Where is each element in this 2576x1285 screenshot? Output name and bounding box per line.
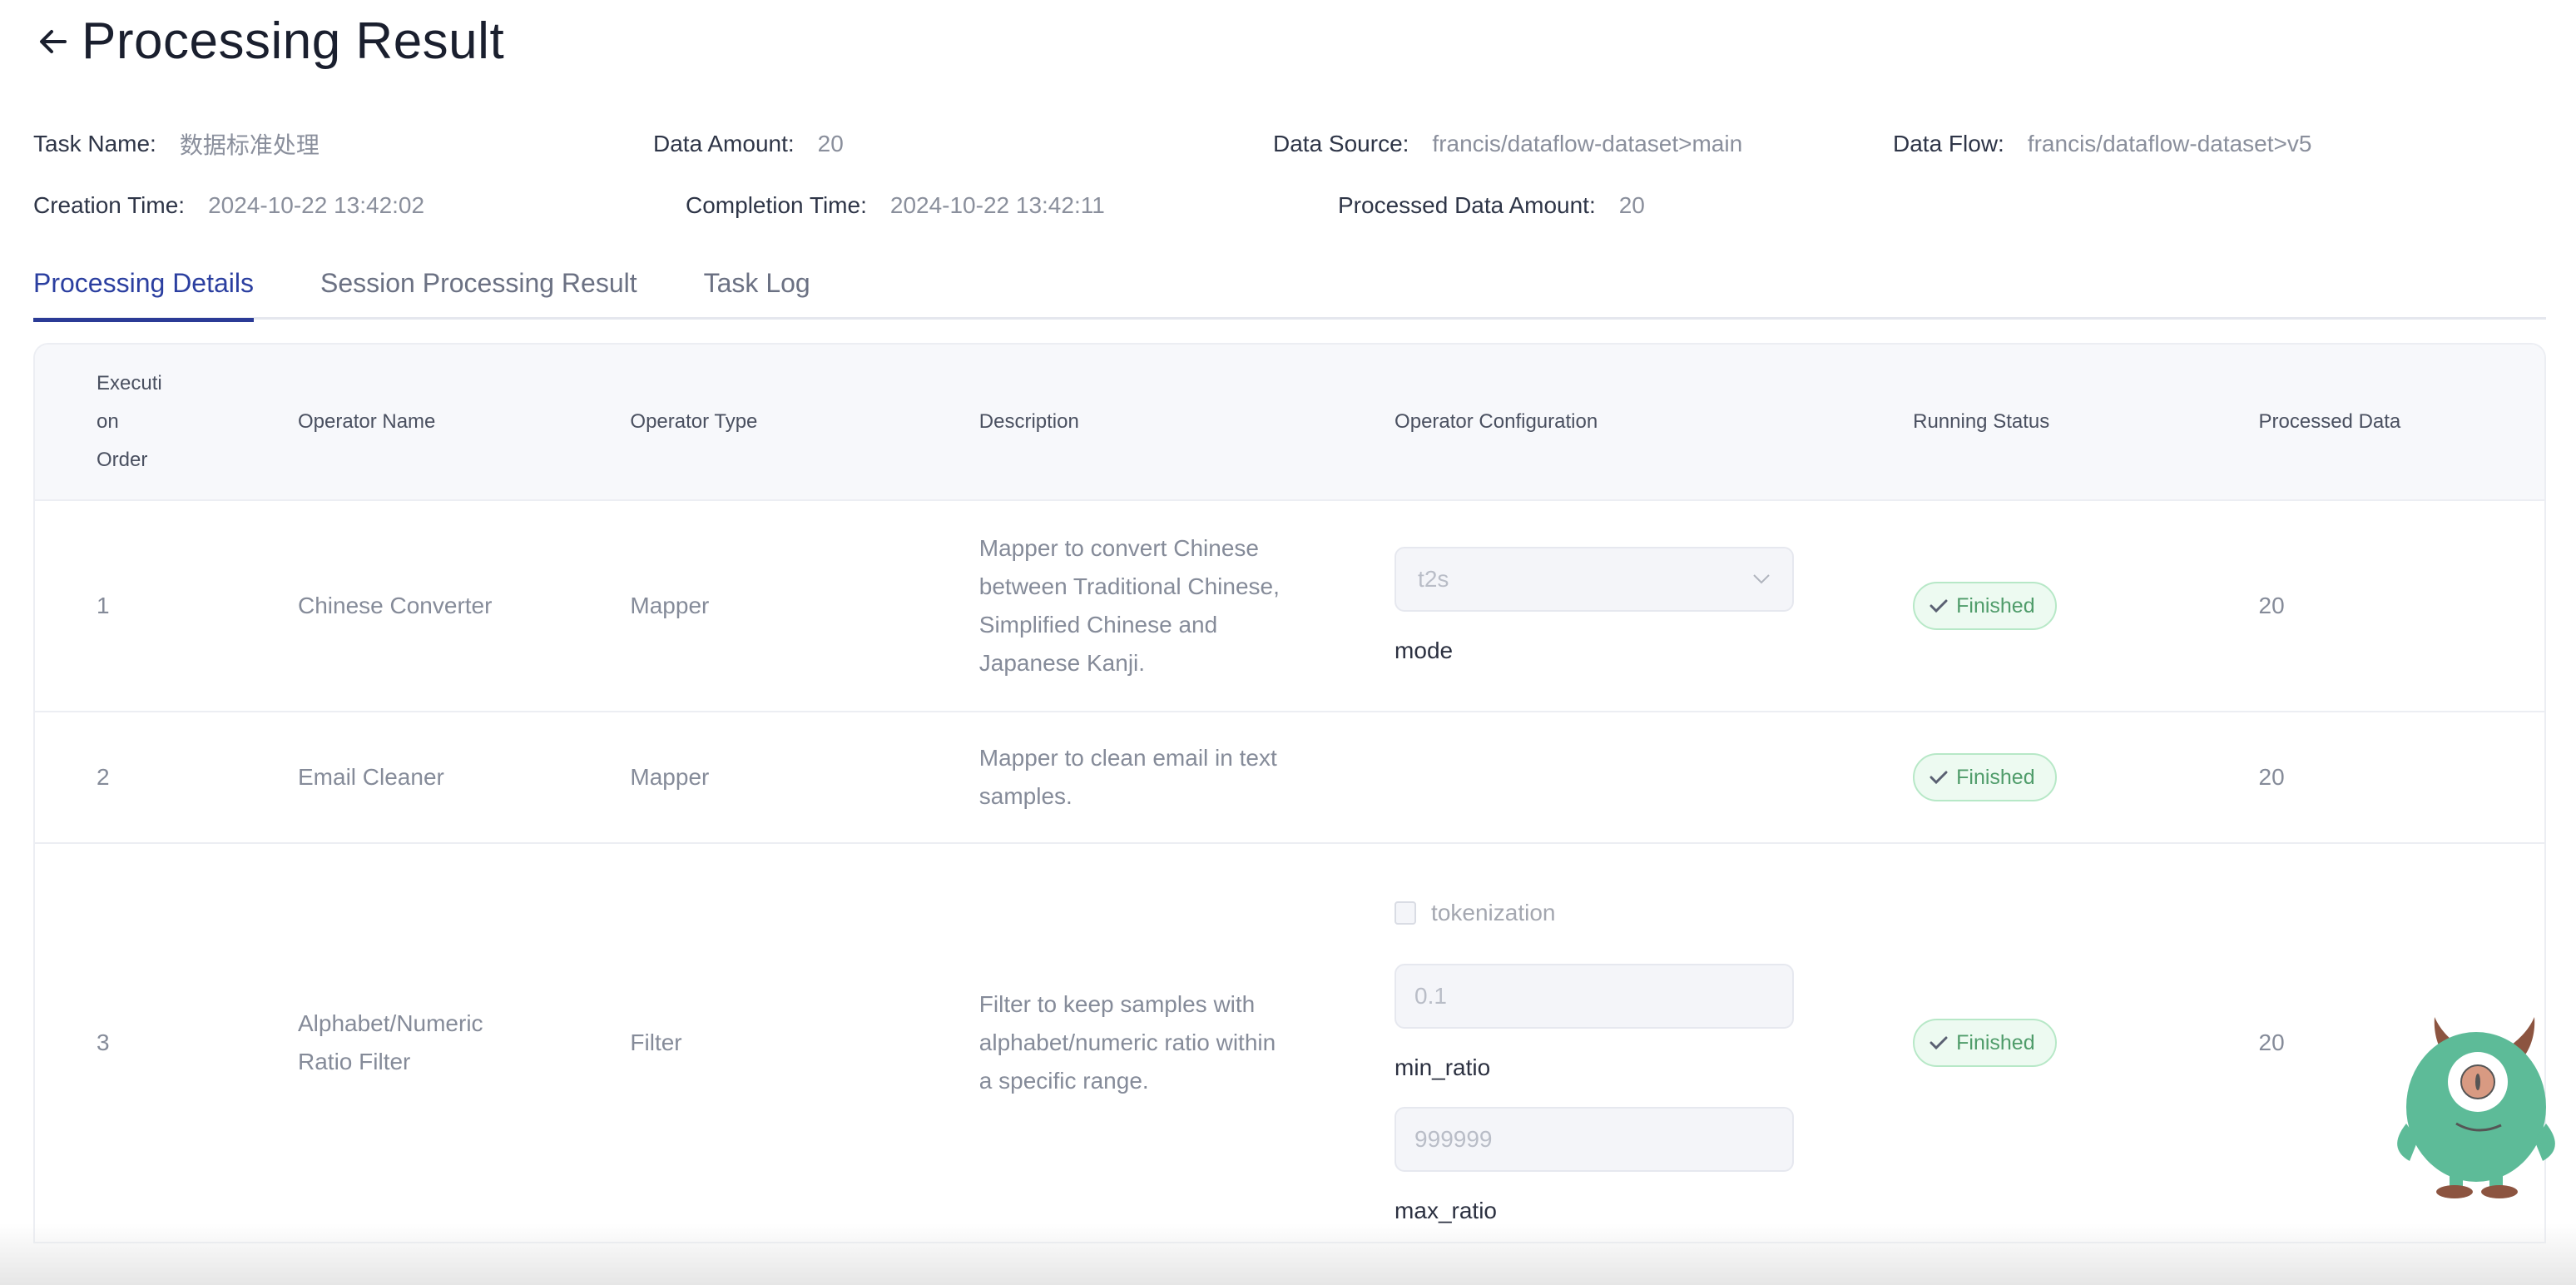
- data-amount-label: Data Amount:: [653, 131, 795, 156]
- tab-bar: Processing Details Session Processing Re…: [33, 250, 2546, 322]
- arrow-left-icon: [40, 29, 67, 53]
- cell-status: Finished: [1913, 582, 2258, 630]
- table-header: Executi on Order Operator Name Operator …: [35, 345, 2544, 501]
- cell-order: 1: [97, 593, 110, 618]
- cell-processed-data: 20: [2258, 593, 2285, 618]
- processed-amount-label: Processed Data Amount:: [1338, 192, 1596, 218]
- table-row: 3 Alphabet/Numeric Ratio Filter Filter F…: [35, 844, 2544, 1243]
- info-completion-time: Completion Time: 2024-10-22 13:42:11: [686, 192, 1338, 219]
- check-icon: [1930, 599, 1948, 613]
- description-text: Mapper to clean email in text samples.: [978, 745, 1277, 809]
- cell-description: Mapper to convert Chinese between Tradit…: [979, 529, 1395, 682]
- cell-config: t2s mode: [1395, 547, 1913, 665]
- col-execution-order: Executi on Order: [35, 365, 298, 479]
- info-data-amount: Data Amount: 20: [653, 131, 1273, 157]
- page-header: Processing Result: [33, 12, 504, 71]
- task-name-label: Task Name:: [33, 131, 156, 156]
- task-info: Task Name: 数据标准处理 Data Amount: 20 Data S…: [33, 113, 2513, 236]
- data-flow-value: francis/dataflow-dataset>v5: [2027, 131, 2312, 156]
- data-amount-value: 20: [817, 131, 844, 156]
- creation-time-label: Creation Time:: [33, 192, 186, 218]
- cell-operator-name: Chinese Converter: [298, 593, 493, 618]
- back-button[interactable]: [33, 22, 73, 62]
- monster-mascot-icon: [2397, 1017, 2555, 1198]
- min-ratio-input[interactable]: 0.1: [1395, 964, 1795, 1029]
- tab-processing-details[interactable]: Processing Details: [33, 250, 254, 322]
- table-row: 2 Email Cleaner Mapper Mapper to clean e…: [35, 712, 2544, 844]
- max-ratio-input[interactable]: 999999: [1395, 1107, 1795, 1172]
- chevron-down-icon: [1753, 574, 1770, 584]
- cell-description: Mapper to clean email in text samples.: [979, 739, 1395, 816]
- cell-operator-type: Mapper: [630, 593, 710, 618]
- cell-operator-type: Mapper: [630, 764, 710, 790]
- task-name-value: 数据标准处理: [179, 132, 320, 158]
- cell-config: tokenization 0.1 min_ratio 999999 max_ra…: [1395, 861, 1913, 1225]
- table-row: 1 Chinese Converter Mapper Mapper to con…: [35, 501, 2544, 712]
- processing-details-table: Executi on Order Operator Name Operator …: [33, 343, 2546, 1243]
- cell-operator-name: Alphabet/Numeric Ratio Filter: [298, 1005, 630, 1081]
- tab-session-processing-result[interactable]: Session Processing Result: [320, 250, 637, 320]
- min-ratio-label: min_ratio: [1395, 1054, 1491, 1080]
- col-execution-order-line2: on: [97, 410, 119, 433]
- status-text: Finished: [1956, 1031, 2035, 1054]
- col-description: Description: [978, 410, 1079, 433]
- check-icon: [1930, 771, 1948, 785]
- cell-order: 2: [97, 764, 110, 790]
- info-task-name: Task Name: 数据标准处理: [33, 127, 653, 161]
- info-data-source: Data Source: francis/dataflow-dataset>ma…: [1273, 131, 1893, 157]
- info-processed-amount: Processed Data Amount: 20: [1338, 192, 1990, 219]
- col-running-status: Running Status: [1913, 410, 2050, 433]
- cell-description: Filter to keep samples with alphabet/num…: [979, 985, 1395, 1100]
- data-source-value: francis/dataflow-dataset>main: [1432, 131, 1743, 156]
- col-operator-name: Operator Name: [298, 410, 436, 433]
- creation-time-value: 2024-10-22 13:42:02: [208, 192, 425, 218]
- assistant-mascot[interactable]: [2385, 999, 2563, 1198]
- tokenization-option[interactable]: tokenization: [1395, 894, 1913, 932]
- cell-status: Finished: [1913, 753, 2258, 801]
- tokenization-checkbox[interactable]: [1395, 901, 1417, 925]
- cell-operator-type: Filter: [630, 1029, 682, 1055]
- cell-order: 3: [97, 1029, 110, 1055]
- mode-select[interactable]: t2s: [1395, 547, 1795, 612]
- description-text: Filter to keep samples with alphabet/num…: [978, 991, 1276, 1094]
- max-ratio-label: max_ratio: [1395, 1198, 1497, 1223]
- mode-label: mode: [1395, 638, 1454, 663]
- col-execution-order-line3: Order: [97, 449, 148, 471]
- status-text: Finished: [1956, 766, 2035, 789]
- info-data-flow: Data Flow: francis/dataflow-dataset>v5: [1893, 131, 2513, 157]
- status-badge: Finished: [1913, 753, 2057, 801]
- tab-task-log[interactable]: Task Log: [704, 250, 810, 320]
- col-operator-configuration: Operator Configuration: [1395, 410, 1598, 433]
- col-execution-order-line1: Executi: [97, 372, 162, 394]
- page-title: Processing Result: [82, 12, 505, 70]
- operator-name-text: Alphabet/Numeric Ratio Filter: [298, 1010, 483, 1074]
- cell-status: Finished: [1913, 1019, 2258, 1067]
- description-text: Mapper to convert Chinese between Tradit…: [978, 535, 1280, 676]
- status-badge: Finished: [1913, 582, 2057, 630]
- col-processed-data: Processed Data: [2258, 410, 2401, 433]
- status-text: Finished: [1956, 594, 2035, 618]
- info-creation-time: Creation Time: 2024-10-22 13:42:02: [33, 192, 686, 219]
- tokenization-label: tokenization: [1431, 900, 1556, 925]
- processed-amount-value: 20: [1618, 192, 1645, 218]
- completion-time-label: Completion Time:: [686, 192, 867, 218]
- mode-select-value: t2s: [1418, 566, 1449, 592]
- data-flow-label: Data Flow:: [1893, 131, 2004, 156]
- status-badge: Finished: [1913, 1019, 2057, 1067]
- cell-processed-data: 20: [2258, 764, 2285, 790]
- completion-time-value: 2024-10-22 13:42:11: [889, 192, 1105, 218]
- data-source-label: Data Source:: [1273, 131, 1409, 156]
- cell-operator-name: Email Cleaner: [298, 764, 444, 790]
- check-icon: [1930, 1036, 1948, 1050]
- col-operator-type: Operator Type: [630, 410, 758, 433]
